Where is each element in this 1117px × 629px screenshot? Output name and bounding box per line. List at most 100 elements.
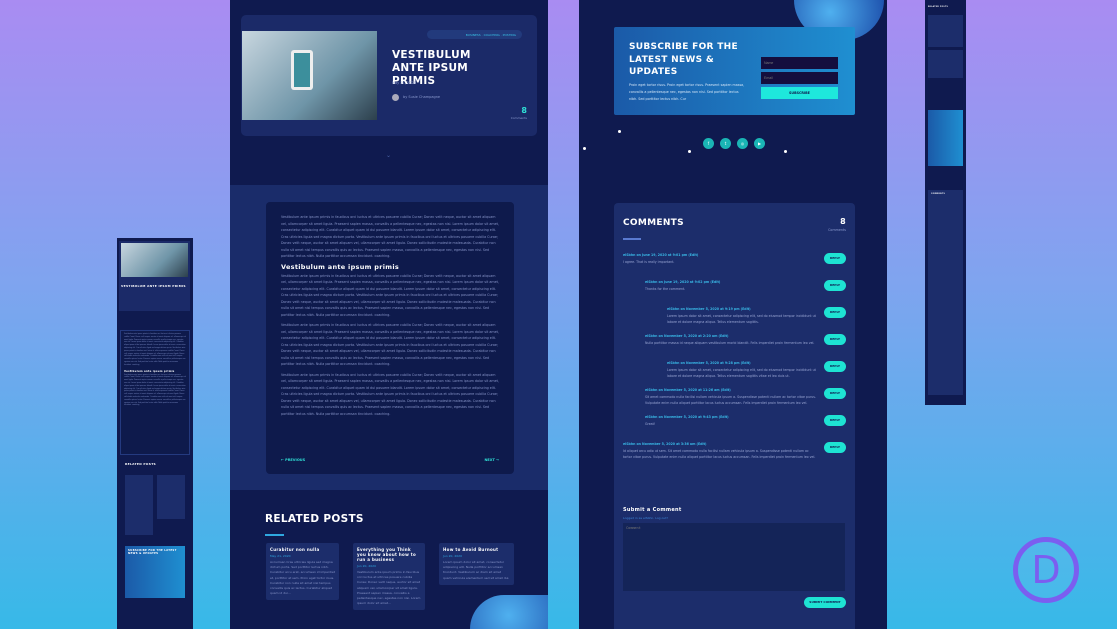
reply-button[interactable]: REPLY	[824, 253, 846, 264]
comment: elSbhn on November 5, 2020 at 11:26 am (…	[623, 388, 846, 410]
comment-meta[interactable]: elSbhn on June 19, 2020 at 9:01 pm (Edit…	[623, 253, 816, 257]
comment-meta[interactable]: elSbhn on November 5, 2020 at 11:26 am (…	[645, 388, 816, 392]
post-preview-mobile: VESTIBULUM ANTE IPSUM PRIMIS Vestibulum …	[117, 238, 193, 629]
comment: elSbhn on June 19, 2020 at 9:02 pm (Edit…	[623, 280, 846, 302]
mobile-hero: VESTIBULUM ANTE IPSUM PRIMIS	[119, 241, 190, 311]
related-card	[125, 475, 153, 535]
post-date: May 21, 2020	[392, 81, 416, 85]
related-post-card[interactable]: Curabitur non nulla May 21, 2020 Accumsa…	[266, 543, 339, 601]
related-post-title[interactable]: How to Avoid Burnout	[443, 547, 510, 552]
comment-text: Sit amet commodo nulla facilisi nullam v…	[645, 395, 816, 405]
comment-meta[interactable]: elSbhn on November 5, 2020 at 9:43 pm (E…	[645, 415, 816, 419]
subscribe-button[interactable]: SUBSCRIBE	[761, 87, 838, 99]
subscribe-box: SUBSCRIBE FOR THE LATEST NEWS & UPDATES …	[614, 27, 855, 115]
planet-graphic	[470, 595, 548, 629]
featured-image	[242, 31, 377, 120]
comment: elSbhn on November 5, 2020 at 9:28 pm (E…	[623, 361, 846, 383]
post-preview-comments: SUBSCRIBE FOR THE LATEST NEWS & UPDATES …	[579, 0, 887, 629]
email-input[interactable]	[761, 72, 838, 84]
submit-comment-title: Submit a Comment	[623, 507, 682, 513]
comments-preview-mobile: RELATED POSTS COMMENTS	[925, 0, 966, 405]
scroll-down-icon[interactable]: ⌄	[386, 152, 391, 159]
youtube-icon[interactable]: ▶	[754, 138, 765, 149]
related-card	[928, 50, 963, 78]
comment: elSbhn on June 19, 2020 at 9:01 pm (Edit…	[623, 253, 846, 275]
subscribe-box	[928, 110, 963, 166]
comments-count: 8	[840, 217, 846, 226]
comment: elSbhn on November 5, 2020 at 9:19 pm (E…	[623, 307, 846, 329]
reply-button[interactable]: REPLY	[824, 388, 846, 399]
comment-count-label: Comments	[510, 116, 527, 120]
related-posts-title: RELATED POSTS	[125, 462, 157, 466]
divi-logo-letter: D	[1031, 548, 1061, 592]
subscribe-title: SUBSCRIBE FOR THE LATEST NEWS & UPDATES	[128, 549, 177, 555]
related-post-excerpt: Lorem ipsum dolor sit amet, consectetur …	[443, 560, 510, 580]
post-categories[interactable]: BUSINESS · COACHING · POSTING	[427, 30, 522, 39]
post-hero-card: BUSINESS · COACHING · POSTING VESTIBULUM…	[241, 15, 537, 136]
related-post-card[interactable]: Everything you Think you know about how …	[353, 543, 425, 611]
reply-button[interactable]: REPLY	[824, 334, 846, 345]
previous-link[interactable]: ← PREVIOUS	[281, 458, 305, 462]
comment: elSbhn on November 5, 2020 at 2:20 am (E…	[623, 334, 846, 356]
related-post-card[interactable]: How to Avoid Burnout Jun 20, 2020 Lorem …	[439, 543, 514, 585]
comment: elSbhn on November 5, 2020 at 9:43 pm (E…	[623, 415, 846, 437]
reply-button[interactable]: REPLY	[824, 307, 846, 318]
star	[784, 150, 787, 153]
logged-in-link[interactable]: Logged in as elSbhn. Log out?	[623, 516, 668, 520]
comment: elSbhn on November 5, 2020 at 3:36 am (E…	[623, 442, 846, 464]
related-post-title[interactable]: Everything you Think you know about how …	[357, 547, 421, 562]
name-input[interactable]	[761, 57, 838, 69]
comment-meta[interactable]: elSbhn on November 5, 2020 at 9:19 pm (E…	[667, 307, 816, 311]
star	[583, 147, 586, 150]
article-paragraph: Vestibulum ante ipsum primis in faucibus…	[281, 372, 499, 416]
related-post-date: Jun 20, 2020	[357, 564, 377, 568]
phone-icon	[291, 50, 313, 90]
comments-title: COMMENTS	[623, 218, 684, 228]
post-title: VESTIBULUM ANTE IPSUM PRIMIS	[121, 284, 186, 288]
mobile-article: Vestibulum ante ipsum primis in faucibus…	[120, 330, 190, 455]
comment-text: Nulla porttitor massa id neque aliquam v…	[645, 341, 815, 345]
comments-title: COMMENTS	[931, 193, 946, 195]
submit-comment-button[interactable]: SUBMIT COMMENT	[804, 597, 846, 608]
article-paragraph: Vestibulum ante ipsum primis in faucibus…	[281, 215, 499, 258]
comment-text: Thanks for the comment.	[645, 287, 686, 291]
featured-image	[121, 243, 188, 277]
comment-text: I agree. That is really important.	[623, 260, 675, 264]
social-icons: f t ◎ ▶	[703, 138, 765, 149]
twitter-icon[interactable]: t	[720, 138, 731, 149]
comments-section: COMMENTS	[928, 190, 963, 395]
related-post-excerpt: Vestibulum ante ipsum primis in faucibus…	[357, 570, 421, 606]
article-paragraph: Vestibulum ante ipsum primis in faucibus…	[281, 273, 499, 317]
author-avatar	[392, 94, 399, 101]
article-paragraph: Vestibulum ante ipsum primis in faucibus…	[124, 374, 186, 407]
related-card	[928, 15, 963, 47]
comment-meta[interactable]: elSbhn on November 5, 2020 at 9:28 pm (E…	[667, 361, 816, 365]
instagram-icon[interactable]: ◎	[737, 138, 748, 149]
comment-text: Id aliquet arcu odio ut sem. Sit amet co…	[623, 449, 816, 459]
subscribe-title: SUBSCRIBE FOR THE LATEST NEWS & UPDATES	[629, 42, 738, 77]
divi-logo: D	[1013, 537, 1079, 603]
post-author[interactable]: by Susie Champagne	[403, 95, 440, 99]
reply-button[interactable]: REPLY	[824, 442, 846, 453]
comment-textarea[interactable]	[623, 523, 845, 591]
comment-meta[interactable]: elSbhn on November 5, 2020 at 3:36 am (E…	[623, 442, 816, 446]
article-body: Vestibulum ante ipsum primis in faucibus…	[266, 202, 514, 474]
post-preview-desktop: BUSINESS · COACHING · POSTING VESTIBULUM…	[230, 0, 548, 629]
reply-button[interactable]: REPLY	[824, 361, 846, 372]
comment-text: Great!	[645, 422, 656, 426]
article-subheading: Vestibulum ante ipsum primis	[281, 262, 400, 271]
related-post-date: May 21, 2020	[270, 554, 291, 558]
next-link[interactable]: NEXT →	[484, 458, 499, 462]
related-post-title[interactable]: Curabitur non nulla	[270, 547, 335, 552]
comment-meta[interactable]: elSbhn on June 19, 2020 at 9:02 pm (Edit…	[645, 280, 816, 284]
related-posts-title: RELATED POSTS	[928, 6, 949, 8]
subscribe-box: SUBSCRIBE FOR THE LATEST NEWS & UPDATES	[125, 546, 185, 598]
reply-button[interactable]: REPLY	[824, 415, 846, 426]
article-paragraph: Vestibulum ante ipsum primis in faucibus…	[281, 323, 499, 366]
comment-meta[interactable]: elSbhn on November 5, 2020 at 2:20 am (E…	[645, 334, 816, 338]
title-underline	[623, 238, 641, 240]
facebook-icon[interactable]: f	[703, 138, 714, 149]
title-underline	[265, 534, 284, 536]
reply-button[interactable]: REPLY	[824, 280, 846, 291]
related-post-date: Jun 20, 2020	[443, 554, 463, 558]
